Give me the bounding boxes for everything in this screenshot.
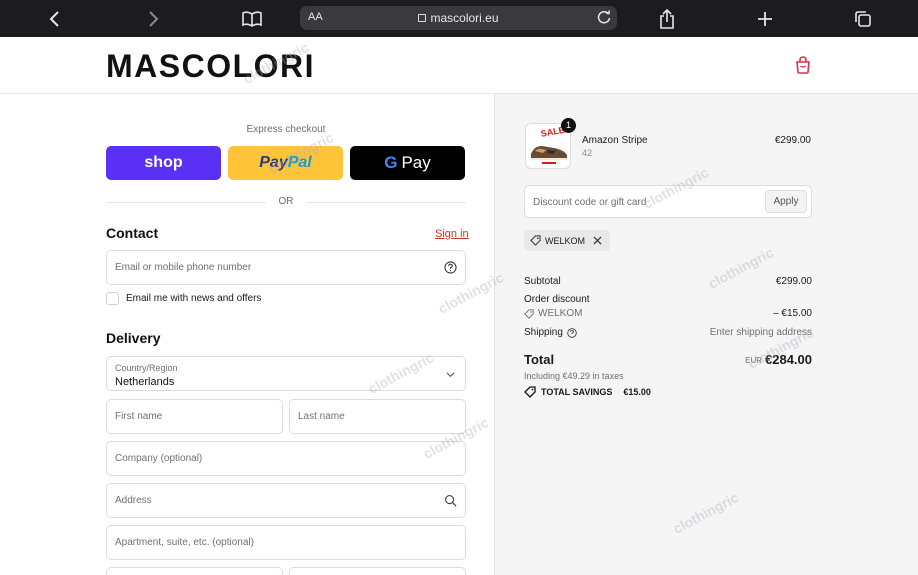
remove-discount-icon[interactable] — [593, 236, 602, 245]
email-field[interactable]: Email or mobile phone number — [106, 250, 466, 285]
google-pay-button[interactable]: G Pay — [350, 146, 465, 180]
lock-icon — [418, 14, 427, 22]
tag-icon — [530, 235, 541, 246]
subtotal-row: Subtotal €299.00 — [524, 276, 812, 287]
applied-discount-chip: WELKOM — [524, 230, 611, 251]
browser-toolbar: AA mascolori.eu — [0, 0, 918, 37]
shopping-bag-icon[interactable] — [795, 56, 811, 74]
site-header: MASCOLORI — [0, 37, 918, 94]
last-name-field[interactable]: Last name — [289, 399, 466, 434]
country-select[interactable]: Country/Region Netherlands — [106, 356, 466, 391]
product-variant: 42 — [582, 148, 593, 158]
sign-in-link[interactable]: Sign in — [435, 228, 469, 240]
first-name-field[interactable]: First name — [106, 399, 283, 434]
help-icon[interactable] — [444, 261, 457, 274]
product-name: Amazon Stripe — [582, 135, 648, 146]
newsletter-checkbox[interactable] — [106, 292, 119, 305]
tag-icon — [524, 386, 536, 398]
tag-icon — [524, 308, 534, 319]
reload-icon[interactable] — [596, 9, 612, 25]
product-price: €299.00 — [774, 135, 811, 146]
help-icon[interactable] — [567, 327, 577, 338]
shipping-row: Shipping Enter shipping address — [524, 327, 812, 338]
url-text: mascolori.eu — [430, 11, 499, 25]
checkout-form: Express checkout shop Pay Pal G Pay OR Con… — [0, 94, 494, 575]
postal-code-field[interactable] — [106, 567, 283, 575]
store-logo[interactable]: MASCOLORI — [106, 48, 315, 85]
discount-code-field[interactable]: Discount code or gift card Apply — [524, 185, 812, 218]
tabs-icon[interactable] — [852, 8, 874, 30]
total-savings: TOTAL SAVINGS €15.00 — [524, 386, 651, 398]
bookmarks-icon[interactable] — [241, 8, 263, 30]
forward-icon[interactable] — [142, 8, 164, 30]
product-thumbnail: SALE! 1 — [525, 118, 576, 169]
city-field[interactable] — [289, 567, 466, 575]
delivery-heading: Delivery — [106, 330, 161, 346]
apartment-field[interactable]: Apartment, suite, etc. (optional) — [106, 525, 466, 560]
address-bar[interactable]: AA mascolori.eu — [300, 6, 617, 30]
new-tab-icon[interactable] — [754, 8, 776, 30]
apply-discount-button[interactable]: Apply — [765, 190, 807, 213]
total-amount: €284.00 — [765, 352, 812, 367]
quantity-badge: 1 — [561, 118, 576, 133]
search-icon — [445, 495, 457, 507]
order-discount-row: Order discount — [524, 294, 590, 305]
address-field[interactable]: Address — [106, 483, 466, 518]
or-divider: OR — [106, 195, 466, 209]
tax-note: Including €49.29 in taxes — [524, 371, 624, 381]
paypal-button[interactable]: Pay Pal — [228, 146, 343, 180]
shop-pay-button[interactable]: shop — [106, 146, 221, 180]
express-checkout-label: Express checkout — [246, 124, 326, 135]
currency-code: EUR — [745, 356, 762, 365]
google-g-icon: G — [384, 153, 398, 172]
company-field[interactable]: Company (optional) — [106, 441, 466, 476]
chevron-down-icon — [446, 372, 455, 378]
back-icon[interactable] — [44, 8, 66, 30]
discount-code-row: WELKOM – €15.00 — [524, 308, 812, 322]
contact-heading: Contact — [106, 225, 159, 241]
share-icon[interactable] — [656, 8, 678, 30]
order-summary: SALE! 1 Amazon Stripe 42 €299.00 Discoun… — [494, 94, 918, 575]
